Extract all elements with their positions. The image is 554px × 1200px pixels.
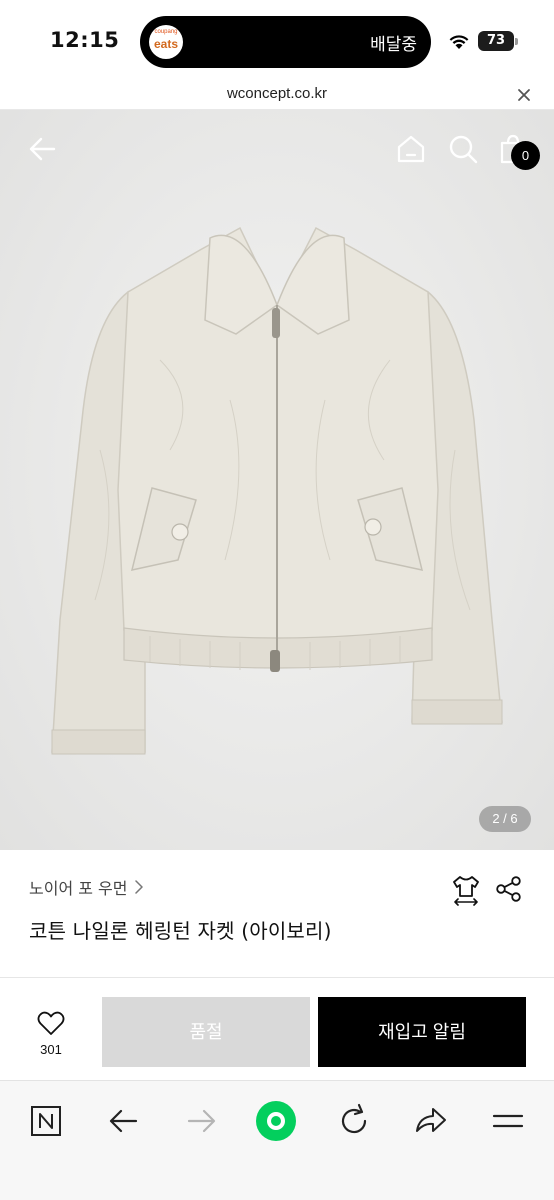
naver-n-icon[interactable] bbox=[24, 1099, 68, 1143]
image-page-indicator: 2 / 6 bbox=[479, 806, 531, 832]
jacket-image bbox=[51, 226, 503, 755]
dynamic-island[interactable]: coupang eats 배달중 bbox=[140, 16, 431, 68]
search-icon[interactable] bbox=[446, 132, 480, 166]
brand-name: 노이어 포 우먼 bbox=[29, 879, 128, 898]
sold-out-button[interactable]: 품절 bbox=[102, 997, 310, 1067]
menu-icon[interactable] bbox=[486, 1099, 530, 1143]
coupang-eats-icon: coupang eats bbox=[149, 25, 183, 59]
url-bar[interactable]: wconcept.co.kr bbox=[0, 80, 554, 110]
close-icon[interactable] bbox=[512, 83, 536, 107]
size-guide-icon[interactable] bbox=[451, 874, 481, 906]
url-text[interactable]: wconcept.co.kr bbox=[0, 85, 554, 102]
status-bar: 12:15 coupang eats 배달중 73 bbox=[0, 0, 554, 80]
share-icon[interactable] bbox=[495, 875, 523, 903]
battery-tip bbox=[515, 38, 518, 45]
back-arrow-icon[interactable] bbox=[26, 132, 60, 166]
product-title: 코튼 나일론 헤링턴 자켓 (아이보리) bbox=[29, 919, 332, 943]
back-arrow-icon[interactable] bbox=[102, 1099, 146, 1143]
restock-alert-button[interactable]: 재입고 알림 bbox=[318, 997, 526, 1067]
wishlist-count: 301 bbox=[40, 1042, 62, 1057]
chevron-right-icon bbox=[134, 880, 143, 894]
home-icon[interactable] bbox=[394, 132, 428, 166]
forward-arrow-icon[interactable] bbox=[179, 1099, 223, 1143]
divider bbox=[0, 977, 554, 978]
battery-indicator: 73 bbox=[478, 31, 514, 51]
share-arrow-icon[interactable] bbox=[409, 1099, 453, 1143]
product-image-carousel[interactable]: 0 2 / 6 bbox=[0, 110, 554, 850]
cart-count-badge: 0 bbox=[511, 141, 540, 170]
brand-link[interactable]: 노이어 포 우먼 bbox=[29, 875, 144, 899]
status-time: 12:15 bbox=[50, 28, 120, 52]
refresh-icon[interactable] bbox=[332, 1099, 376, 1143]
green-home-icon[interactable] bbox=[254, 1099, 298, 1143]
browser-toolbar bbox=[0, 1080, 554, 1200]
delivery-status-text: 배달중 bbox=[370, 35, 417, 55]
heart-icon bbox=[37, 1011, 65, 1035]
wifi-icon bbox=[449, 35, 469, 49]
image-top-nav: 0 bbox=[0, 110, 554, 190]
wishlist-button[interactable]: 301 bbox=[28, 1010, 74, 1062]
